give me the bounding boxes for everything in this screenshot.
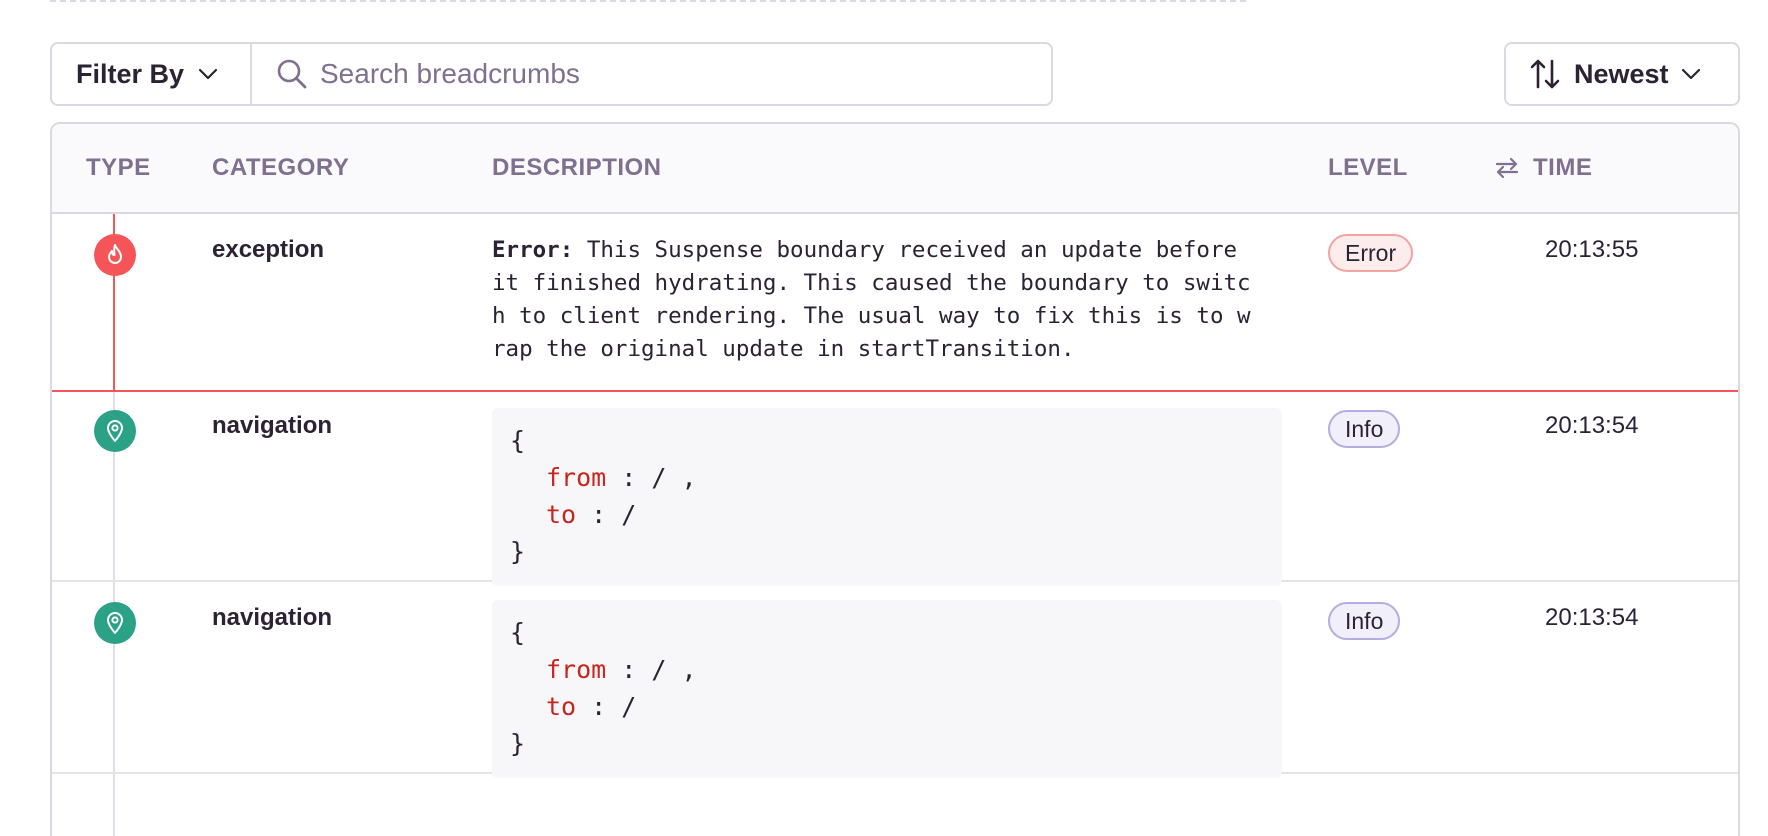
filter-by-label: Filter By [76, 58, 185, 89]
code-key-to: to [546, 500, 577, 529]
code-key-to: to [546, 692, 577, 721]
code-value-to: : / [576, 500, 637, 529]
table-row: exception Error: This Suspense boundary … [52, 216, 1738, 392]
table-row: navigation { from : / , to : / } Info 20… [52, 392, 1738, 586]
code-line-to: to : / [510, 688, 1264, 725]
sort-arrows-icon [1530, 58, 1560, 90]
navigation-data-block: { from : / , to : / } [492, 408, 1282, 586]
location-pin-icon [94, 410, 136, 452]
sort-button[interactable]: Newest [1504, 42, 1740, 106]
category-label: exception [212, 236, 325, 263]
code-line-from: from : / , [510, 459, 1264, 496]
code-line-from: from : / , [510, 651, 1264, 688]
chevron-down-icon [198, 68, 218, 80]
search-icon [276, 58, 308, 90]
header-time-label: TIME [1533, 154, 1593, 181]
filter-by-button[interactable]: Filter By [52, 44, 252, 104]
category-label: navigation [212, 604, 333, 631]
category-label: navigation [212, 412, 333, 439]
code-value-to: : / [576, 692, 637, 721]
error-prefix: Error: [492, 237, 574, 263]
header-level: LEVEL [1328, 154, 1408, 181]
timestamp: 20:13:55 [1545, 236, 1639, 263]
code-brace-open: { [510, 426, 526, 455]
filter-search-group: Filter By [50, 42, 1053, 106]
level-badge-info: Info [1328, 602, 1401, 640]
breadcrumbs-table: TYPE CATEGORY DESCRIPTION LEVEL TIME exc… [50, 122, 1740, 836]
chevron-down-icon [1681, 68, 1701, 80]
table-row: navigation { from : / , to : / } Info 20… [52, 584, 1738, 778]
code-brace-close: } [510, 729, 526, 758]
table-header: TYPE CATEGORY DESCRIPTION LEVEL TIME [52, 124, 1738, 214]
breadcrumbs-toolbar: Filter By Newest [50, 42, 1740, 106]
search-breadcrumbs-input[interactable] [320, 58, 1000, 90]
top-divider [50, 0, 1246, 2]
header-type: TYPE [86, 154, 151, 181]
swap-icon [1495, 157, 1519, 179]
search-field [252, 44, 1051, 104]
navigation-data-block: { from : / , to : / } [492, 600, 1282, 778]
timestamp: 20:13:54 [1545, 412, 1639, 439]
location-pin-icon [94, 602, 136, 644]
code-value-from: : / , [606, 655, 697, 684]
fire-icon [94, 234, 136, 276]
code-value-from: : / , [606, 463, 697, 492]
code-key-from: from [546, 463, 607, 492]
level-badge-error: Error [1328, 234, 1414, 272]
header-description: DESCRIPTION [492, 154, 662, 181]
level-badge-info: Info [1328, 410, 1401, 448]
code-brace-close: } [510, 537, 526, 566]
header-time[interactable]: TIME [1495, 154, 1592, 182]
sort-label: Newest [1574, 58, 1669, 89]
error-message: This Suspense boundary received an updat… [492, 237, 1251, 362]
code-line-to: to : / [510, 496, 1264, 533]
timestamp: 20:13:54 [1545, 604, 1639, 631]
code-key-from: from [546, 655, 607, 684]
error-description: Error: This Suspense boundary received a… [492, 234, 1262, 366]
header-category: CATEGORY [212, 154, 350, 181]
code-brace-open: { [510, 618, 526, 647]
